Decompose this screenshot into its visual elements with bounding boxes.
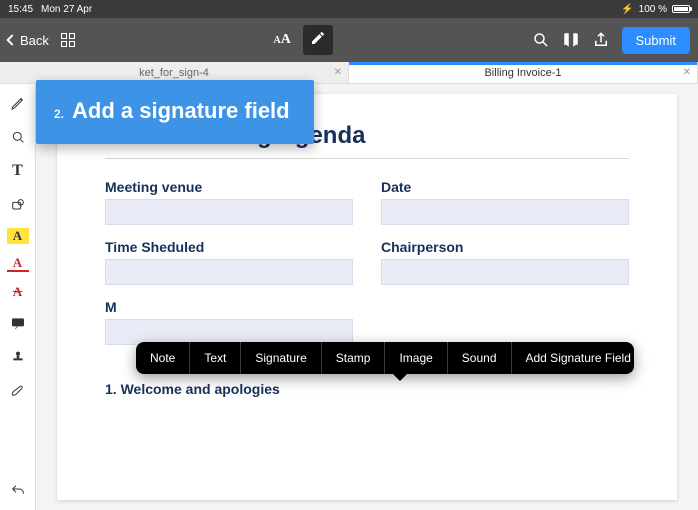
bookmarks-button[interactable]	[562, 31, 580, 49]
highlight-tool[interactable]: A	[7, 228, 29, 244]
lasso-tool[interactable]	[7, 126, 29, 148]
ctx-stamp[interactable]: Stamp	[322, 342, 386, 374]
field-label: M	[105, 299, 353, 315]
submit-button[interactable]: Submit	[622, 27, 690, 54]
document-page[interactable]: Board Meeting Agenda Meeting venue Date …	[57, 94, 677, 500]
field-minutes: M	[105, 299, 353, 345]
field-label: Time Sheduled	[105, 239, 353, 255]
annotation-context-menu: Note Text Signature Stamp Image Sound Ad…	[136, 342, 634, 374]
strikethrough-tool[interactable]: A	[7, 284, 29, 300]
tutorial-step-number: 2.	[54, 107, 64, 121]
chevron-left-icon	[6, 34, 17, 45]
back-label: Back	[20, 33, 49, 48]
ctx-note[interactable]: Note	[136, 342, 190, 374]
tutorial-text: Add a signature field	[72, 98, 290, 124]
text-tool[interactable]: T	[7, 160, 29, 182]
battery-pct: 100 %	[639, 4, 667, 15]
app-toolbar: Back AA Submit	[0, 18, 698, 62]
field-chairperson: Chairperson	[381, 239, 629, 285]
annotation-toolbar: T A A A	[0, 84, 36, 510]
field-date: Date	[381, 179, 629, 225]
close-icon[interactable]: ✕	[334, 67, 342, 78]
ios-status-bar: 15:45 Mon 27 Apr ⚡ 100 %	[0, 0, 698, 18]
ctx-add-signature-field[interactable]: Add Signature Field	[512, 342, 645, 374]
field-input[interactable]	[381, 259, 629, 285]
text-style-button[interactable]: AA	[274, 32, 291, 48]
share-button[interactable]	[592, 31, 610, 49]
pencil-icon	[310, 30, 326, 51]
brush-tool[interactable]	[7, 380, 29, 402]
ctx-text[interactable]: Text	[190, 342, 241, 374]
agenda-item-1: 1. Welcome and apologies	[105, 381, 629, 397]
shape-tool[interactable]	[7, 194, 29, 216]
charging-icon: ⚡	[621, 4, 633, 15]
close-icon[interactable]: ✕	[683, 67, 691, 78]
tutorial-callout: 2. Add a signature field	[36, 80, 314, 144]
ctx-sound[interactable]: Sound	[448, 342, 512, 374]
field-label: Chairperson	[381, 239, 629, 255]
status-date: Mon 27 Apr	[41, 4, 92, 15]
search-button[interactable]	[532, 31, 550, 49]
tab-1[interactable]: Billing Invoice-1 ✕	[349, 62, 698, 83]
field-label: Date	[381, 179, 629, 195]
field-input[interactable]	[381, 199, 629, 225]
field-input[interactable]	[105, 259, 353, 285]
stamp-tool[interactable]	[7, 346, 29, 368]
field-label: Meeting venue	[105, 179, 353, 195]
tab-label: ket_for_sign-4	[139, 67, 209, 79]
undo-button[interactable]	[7, 480, 29, 502]
ctx-signature[interactable]: Signature	[241, 342, 321, 374]
battery-icon	[672, 5, 690, 13]
tab-label: Billing Invoice-1	[484, 67, 561, 79]
thumbnails-button[interactable]	[61, 33, 75, 47]
ctx-image[interactable]: Image	[385, 342, 447, 374]
pen-tool[interactable]	[7, 92, 29, 114]
status-time: 15:45	[8, 4, 33, 15]
underline-tool[interactable]: A	[7, 256, 29, 272]
field-time-scheduled: Time Sheduled	[105, 239, 353, 285]
field-input[interactable]	[105, 199, 353, 225]
comment-tool[interactable]	[7, 312, 29, 334]
field-meeting-venue: Meeting venue	[105, 179, 353, 225]
divider	[105, 158, 629, 159]
back-button[interactable]: Back	[8, 33, 49, 48]
annotate-button[interactable]	[303, 25, 333, 55]
